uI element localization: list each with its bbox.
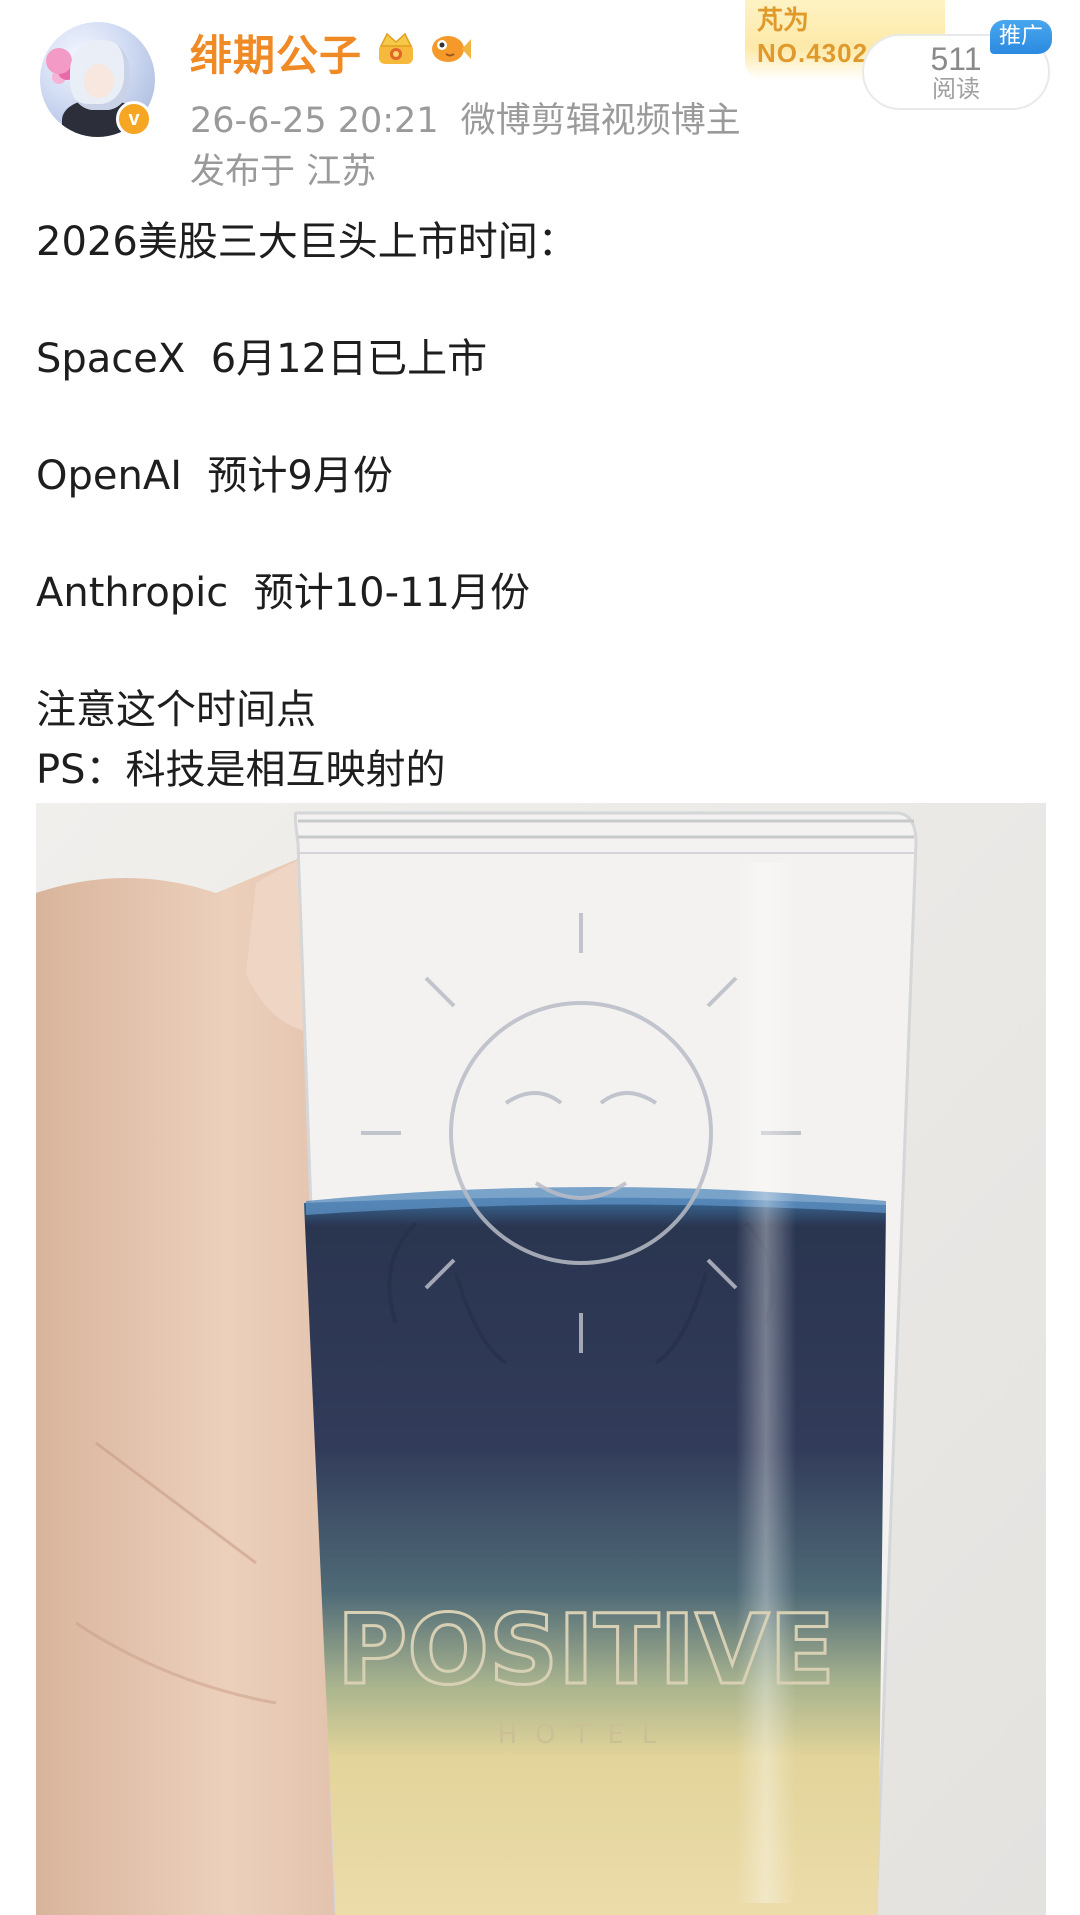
post-text: 2026美股三大巨头上市时间： SpaceX 6月12日已上市 OpenAI 预… [36,212,1046,800]
user-tag[interactable]: 微博剪辑视频博主 [461,101,741,141]
post-line: Anthropic 预计10-11月份 [36,570,530,616]
post-meta: 26-6-25 20:21 微博剪辑视频博主 [190,92,741,143]
username[interactable]: 绯期公子 [190,22,362,83]
post-image[interactable]: POSITIVE HOTEL [36,803,1046,1915]
crown-badge-icon[interactable] [375,28,417,68]
rank-number: NO.4302 [757,38,869,68]
post-line: OpenAI 预计9月份 [36,453,393,499]
verified-icon: v [116,101,152,137]
post-line: 注意这个时间点 [36,687,316,733]
post-header: v 绯期公子 26-6-25 20:21 微博剪辑视频博主 发布于 江苏 芃为 N… [0,0,1080,200]
post-location: 发布于 江苏 [190,152,377,192]
read-label: 阅读 [932,75,980,103]
rank-name: 芃为 [757,6,810,36]
post-time: 26-6-25 20:21 [190,101,439,141]
post-line: 2026美股三大巨头上市时间： [36,219,578,265]
glass-logo-subtext: HOTEL [498,1720,675,1750]
glass-logo-text: POSITIVE [337,1594,835,1706]
glass-photo: POSITIVE HOTEL [36,803,1046,1915]
post-line: SpaceX 6月12日已上市 [36,336,488,382]
fish-badge-icon[interactable] [428,30,472,68]
promote-button[interactable]: 推广 [990,20,1052,54]
post-line: PS：科技是相互映射的 [36,747,446,793]
